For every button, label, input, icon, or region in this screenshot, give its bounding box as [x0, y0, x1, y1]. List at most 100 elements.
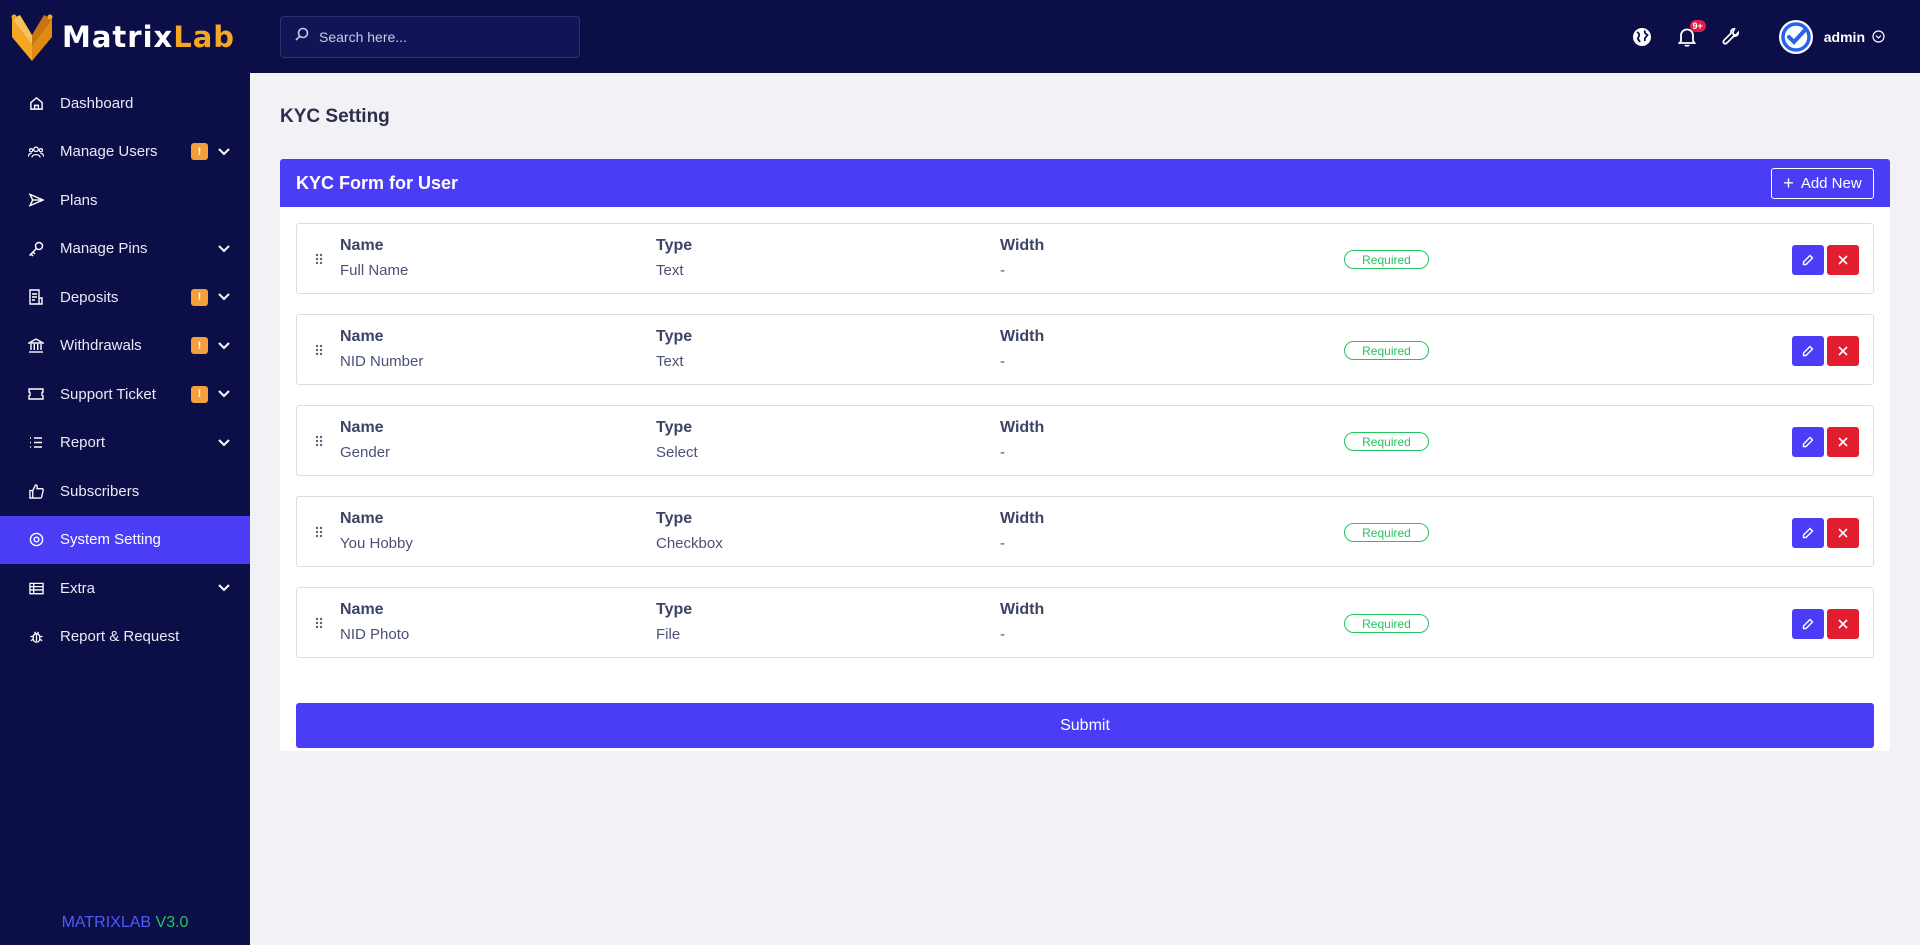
edit-button[interactable]: [1792, 427, 1824, 457]
drag-handle-icon[interactable]: [297, 617, 341, 629]
thumbs-up-icon: [28, 483, 44, 499]
field-type-value: File: [656, 626, 681, 643]
delete-button[interactable]: [1827, 245, 1859, 275]
field-width-value: -: [1000, 262, 1005, 279]
globe-icon[interactable]: [1631, 26, 1653, 48]
sidebar-item-support-ticket[interactable]: Support Ticket !: [0, 370, 250, 419]
chevron-down-icon: [218, 291, 230, 303]
sidebar-item-label: Report & Request: [60, 628, 180, 646]
sidebar-item-deposits[interactable]: Deposits !: [0, 273, 250, 322]
sidebar-item-label: Extra: [60, 579, 96, 597]
topbar-actions: 9+ admin: [1608, 0, 1885, 73]
field-width-value: -: [1000, 444, 1005, 461]
drag-handle-icon[interactable]: [297, 253, 341, 265]
card-title: KYC Form for User: [296, 172, 459, 193]
sidebar-item-plans[interactable]: Plans: [0, 176, 250, 225]
version-name: MATRIXLAB: [61, 914, 152, 931]
warning-badge: !: [191, 288, 208, 306]
brand-name: MatrixLab: [62, 20, 235, 54]
field-width-label: Width: [1000, 237, 1045, 254]
sidebar-item-manage-pins[interactable]: Manage Pins: [0, 225, 250, 274]
field-type-label: Type: [656, 510, 693, 527]
field-type-value: Text: [656, 262, 684, 279]
field-name-value: NID Number: [340, 353, 424, 370]
sidebar-item-label: Manage Users: [60, 143, 158, 161]
receipt-icon: [28, 289, 44, 305]
sidebar-item-label: Dashboard: [60, 94, 134, 112]
submit-button[interactable]: Submit: [296, 703, 1874, 748]
drag-handle-icon[interactable]: [297, 435, 341, 447]
drag-handle-icon[interactable]: [297, 526, 341, 538]
users-icon: [28, 144, 44, 160]
edit-button[interactable]: [1792, 518, 1824, 548]
bell-icon[interactable]: 9+: [1676, 19, 1706, 48]
plus-icon: +: [1783, 173, 1794, 193]
bug-icon: [28, 629, 44, 645]
field-name-value: NID Photo: [340, 626, 410, 643]
edit-button[interactable]: [1792, 245, 1824, 275]
search-input[interactable]: [319, 28, 559, 45]
add-new-button[interactable]: + Add New: [1771, 167, 1874, 199]
page-title: KYC Setting: [280, 106, 390, 127]
edit-button[interactable]: [1792, 609, 1824, 639]
brand-name-part2: Lab: [173, 19, 236, 54]
user-name[interactable]: admin: [1824, 29, 1865, 45]
brand-logo[interactable]: MatrixLab: [0, 0, 250, 73]
sidebar-item-manage-users[interactable]: Manage Users !: [0, 128, 250, 177]
required-badge: Required: [1344, 341, 1429, 360]
delete-button[interactable]: [1827, 336, 1859, 366]
sidebar: MatrixLab Dashboard Manage Users ! Plans: [0, 0, 250, 945]
sidebar-item-system-setting[interactable]: System Setting: [0, 515, 250, 564]
field-width-column: Width -: [1000, 419, 1044, 461]
kyc-field-list: Name Full Name Type Text Width - Required N…: [280, 207, 1890, 694]
avatar[interactable]: [1778, 19, 1813, 54]
sidebar-item-label: Subscribers: [60, 482, 140, 500]
notification-count-badge: 9+: [1689, 19, 1706, 32]
field-type-column: Type File: [656, 601, 692, 643]
delete-button[interactable]: [1827, 518, 1859, 548]
edit-button[interactable]: [1792, 336, 1824, 366]
sidebar-item-subscribers[interactable]: Subscribers: [0, 467, 250, 516]
kyc-field-row[interactable]: Name NID Photo Type File Width - Required: [296, 587, 1874, 658]
sidebar-item-withdrawals[interactable]: Withdrawals !: [0, 322, 250, 371]
field-width-label: Width: [1000, 419, 1045, 436]
warning-badge: !: [191, 385, 208, 403]
topbar: 9+ admin: [250, 0, 1920, 73]
table-icon: [28, 580, 44, 596]
sidebar-item-report[interactable]: Report: [0, 419, 250, 468]
sidebar-menu: Dashboard Manage Users ! Plans Manage Pi…: [0, 79, 250, 661]
field-type-value: Checkbox: [656, 535, 723, 552]
chevron-down-icon: [218, 437, 230, 449]
search-box[interactable]: [280, 15, 580, 58]
sidebar-item-dashboard[interactable]: Dashboard: [0, 79, 250, 128]
sidebar-item-label: Deposits: [60, 288, 119, 306]
sidebar-item-label: Manage Pins: [60, 240, 148, 258]
kyc-field-row[interactable]: Name Gender Type Select Width - Required: [296, 405, 1874, 476]
field-type-value: Select: [656, 444, 698, 461]
main-content: KYC Setting KYC Form for User + Add New …: [250, 73, 1920, 945]
field-name-value: Full Name: [340, 262, 409, 279]
drag-handle-icon[interactable]: [297, 344, 341, 356]
chevron-down-icon: [218, 582, 230, 594]
field-name-label: Name: [340, 510, 384, 527]
sidebar-item-extra[interactable]: Extra: [0, 564, 250, 613]
kyc-field-row[interactable]: Name You Hobby Type Checkbox Width - Requir…: [296, 496, 1874, 567]
kyc-field-row[interactable]: Name Full Name Type Text Width - Required: [296, 223, 1874, 294]
search-icon: [295, 27, 309, 46]
chevron-down-icon: [218, 388, 230, 400]
field-name-value: Gender: [340, 444, 391, 461]
version-number: V3.0: [155, 914, 189, 931]
delete-button[interactable]: [1827, 609, 1859, 639]
kyc-field-row[interactable]: Name NID Number Type Text Width - Required: [296, 314, 1874, 385]
app-version: MATRIXLAB V3.0: [0, 914, 250, 932]
delete-button[interactable]: [1827, 427, 1859, 457]
sidebar-item-report-request[interactable]: Report & Request: [0, 613, 250, 662]
chevron-down-circle-icon[interactable]: [1872, 30, 1885, 43]
field-type-value: Text: [656, 353, 684, 370]
list-icon: [28, 435, 44, 451]
wrench-icon[interactable]: [1721, 26, 1743, 48]
logo-mark-icon: [11, 14, 53, 61]
field-name-label: Name: [340, 328, 384, 345]
chevron-down-icon: [218, 243, 230, 255]
chevron-down-icon: [218, 146, 230, 158]
